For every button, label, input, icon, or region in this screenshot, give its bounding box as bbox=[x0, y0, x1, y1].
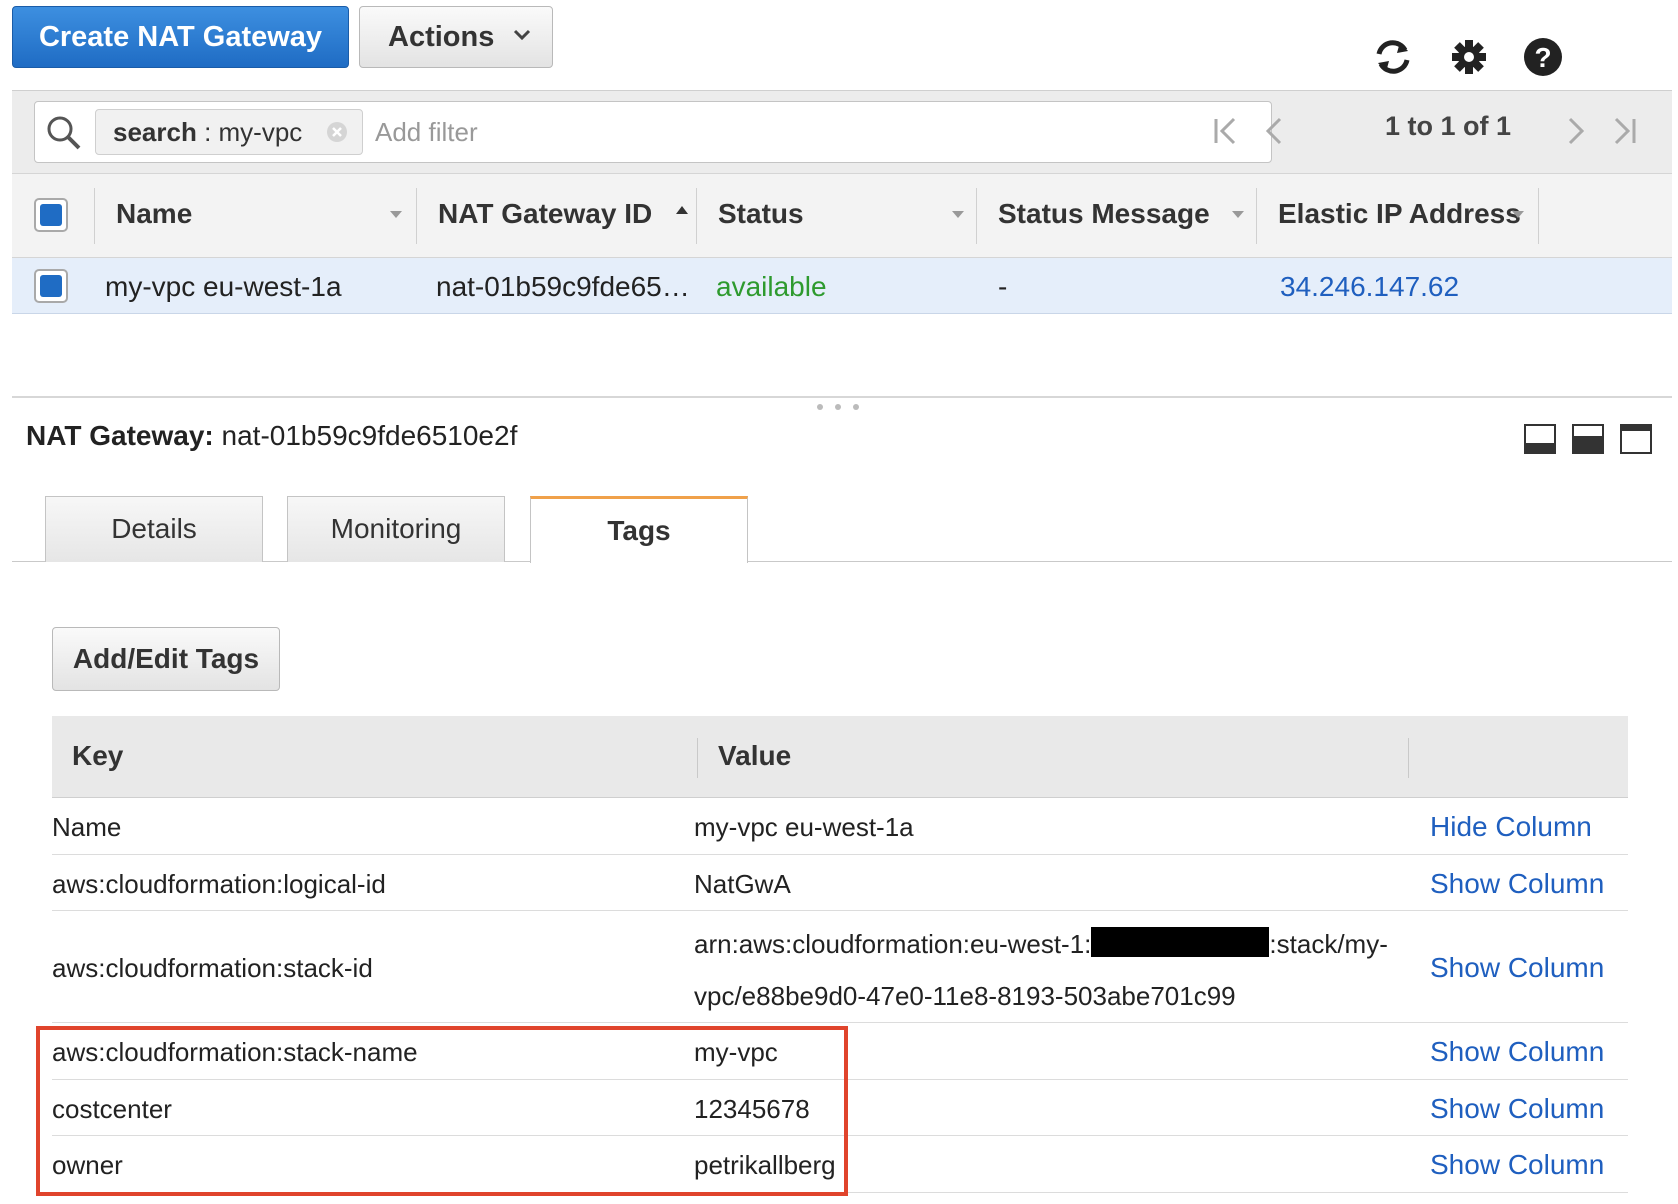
tag-value-line2: vpc/e88be9d0-47e0-11e8-8193-503abe701c99 bbox=[694, 981, 1236, 1011]
column-divider bbox=[1408, 738, 1409, 778]
drag-handle-icon[interactable] bbox=[808, 400, 868, 414]
column-header-elastic-ip[interactable]: Elastic IP Address bbox=[1278, 198, 1521, 230]
actions-dropdown[interactable]: Actions bbox=[359, 6, 553, 68]
sort-up-icon[interactable] bbox=[674, 204, 690, 216]
sort-down-icon[interactable] bbox=[1230, 208, 1246, 220]
tags-column-value: Value bbox=[718, 740, 792, 771]
grid-header: Name NAT Gateway ID Status Status Messag… bbox=[12, 174, 1672, 258]
column-divider bbox=[1256, 188, 1257, 244]
column-divider bbox=[697, 738, 698, 778]
column-divider bbox=[696, 188, 697, 244]
column-divider bbox=[1538, 188, 1539, 244]
tab-tags[interactable]: Tags bbox=[530, 496, 748, 563]
search-box[interactable]: search : my-vpc bbox=[34, 101, 1272, 163]
highlight-annotation-box bbox=[36, 1026, 848, 1196]
cell-elastic-ip[interactable]: 34.246.147.62 bbox=[1280, 271, 1459, 303]
close-icon[interactable] bbox=[326, 121, 348, 143]
column-header-name[interactable]: Name bbox=[116, 198, 192, 230]
column-divider bbox=[94, 188, 95, 244]
pagination-text: 1 to 1 of 1 bbox=[1385, 111, 1512, 141]
pane-full-icon[interactable] bbox=[1620, 424, 1652, 454]
tab-monitoring[interactable]: Monitoring bbox=[287, 496, 505, 562]
filter-token-separator: : bbox=[196, 117, 219, 147]
search-icon bbox=[47, 116, 81, 150]
help-icon[interactable]: ? bbox=[1520, 34, 1566, 80]
column-header-nat-gateway-id[interactable]: NAT Gateway ID bbox=[438, 198, 652, 230]
add-filter-input[interactable] bbox=[375, 112, 1255, 152]
tag-row: aws:cloudformation:logical-id NatGwA Sho… bbox=[52, 855, 1628, 911]
gear-icon[interactable] bbox=[1446, 34, 1492, 80]
tag-value-line1: arn:aws:cloudformation:eu-west-1: :stack/… bbox=[694, 927, 1388, 960]
details-title-label: NAT Gateway: bbox=[26, 420, 214, 451]
tag-key: Name bbox=[52, 812, 122, 842]
details-panel-title: NAT Gateway: nat-01b59c9fde6510e2f bbox=[26, 420, 517, 452]
column-header-status[interactable]: Status bbox=[718, 198, 804, 230]
column-divider bbox=[416, 188, 417, 244]
tag-row: Name my-vpc eu-west-1a Hide Column bbox=[52, 798, 1628, 855]
show-column-link[interactable]: Show Column bbox=[1430, 868, 1604, 900]
add-edit-tags-button[interactable]: Add/Edit Tags bbox=[52, 627, 280, 691]
filter-token-key: search bbox=[113, 117, 197, 147]
hide-column-link[interactable]: Hide Column bbox=[1430, 811, 1592, 843]
select-all-checkbox[interactable] bbox=[34, 198, 68, 232]
pane-splitter[interactable] bbox=[12, 396, 1672, 398]
chevron-down-icon bbox=[513, 29, 531, 41]
tag-value-arn-start: arn:aws:cloudformation:eu-west-1: bbox=[694, 929, 1092, 959]
create-nat-gateway-button[interactable]: Create NAT Gateway bbox=[12, 6, 349, 68]
tag-value: my-vpc eu-west-1a bbox=[694, 812, 914, 842]
sort-down-icon[interactable] bbox=[1510, 208, 1526, 220]
column-header-status-message[interactable]: Status Message bbox=[998, 198, 1210, 230]
previous-page-icon[interactable] bbox=[1256, 111, 1292, 151]
filter-bar: search : my-vpc 1 to 1 of 1 bbox=[12, 90, 1672, 174]
sort-down-icon[interactable] bbox=[950, 208, 966, 220]
show-column-link[interactable]: Show Column bbox=[1430, 1149, 1604, 1181]
table-row[interactable]: my-vpc eu-west-1a nat-01b59c9fde65… avai… bbox=[12, 258, 1672, 314]
svg-text:?: ? bbox=[1534, 42, 1551, 73]
first-page-icon[interactable] bbox=[1208, 111, 1244, 151]
pane-middle-icon[interactable] bbox=[1572, 424, 1604, 454]
details-title-value: nat-01b59c9fde6510e2f bbox=[221, 420, 518, 451]
actions-label: Actions bbox=[388, 21, 495, 53]
tab-details[interactable]: Details bbox=[45, 496, 263, 562]
tag-value-arn-end: :stack/my- bbox=[1269, 929, 1388, 959]
filter-token-value: my-vpc bbox=[218, 117, 303, 147]
show-column-link[interactable]: Show Column bbox=[1430, 1093, 1604, 1125]
redacted-account-id bbox=[1091, 927, 1270, 957]
tag-key: aws:cloudformation:logical-id bbox=[52, 869, 386, 899]
row-checkbox[interactable] bbox=[34, 269, 68, 303]
pane-bottom-icon[interactable] bbox=[1524, 424, 1556, 454]
column-divider bbox=[976, 188, 977, 244]
tags-table-header: Key Value bbox=[52, 716, 1628, 798]
filter-token[interactable]: search : my-vpc bbox=[95, 109, 363, 155]
next-page-icon[interactable] bbox=[1558, 111, 1594, 151]
cell-name: my-vpc eu-west-1a bbox=[105, 271, 342, 302]
tag-row: aws:cloudformation:stack-id arn:aws:clou… bbox=[52, 911, 1628, 1023]
tags-column-key: Key bbox=[72, 740, 124, 771]
show-column-link[interactable]: Show Column bbox=[1430, 952, 1604, 984]
last-page-icon[interactable] bbox=[1606, 111, 1642, 151]
refresh-icon[interactable] bbox=[1370, 34, 1416, 80]
cell-status: available bbox=[716, 271, 827, 302]
tag-value: NatGwA bbox=[694, 869, 791, 899]
sort-down-icon[interactable] bbox=[388, 208, 404, 220]
toolbar: Create NAT Gateway Actions ? bbox=[12, 6, 1672, 76]
cell-nat-gateway-id: nat-01b59c9fde65… bbox=[436, 271, 690, 302]
tag-key: aws:cloudformation:stack-id bbox=[52, 953, 373, 983]
show-column-link[interactable]: Show Column bbox=[1430, 1036, 1604, 1068]
cell-status-message: - bbox=[998, 271, 1008, 302]
